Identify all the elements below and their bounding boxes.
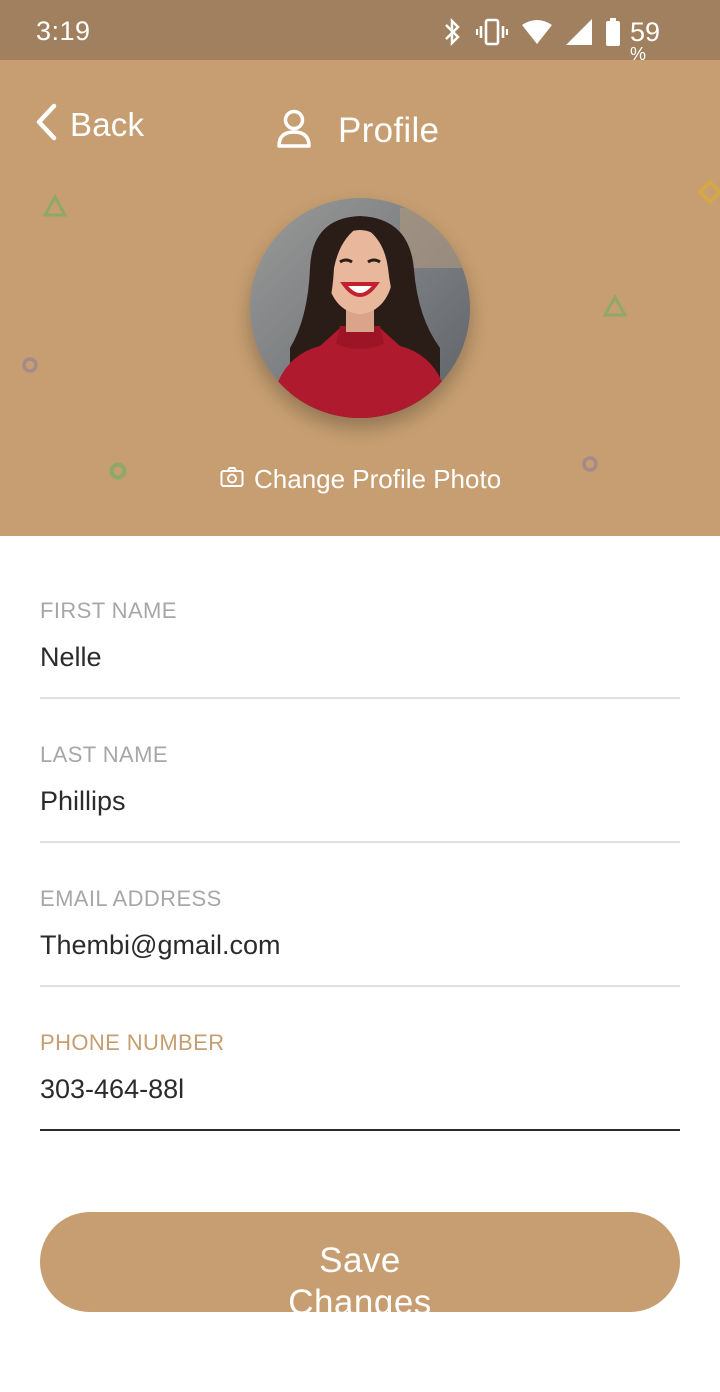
avatar[interactable] xyxy=(250,198,470,418)
signal-icon xyxy=(566,19,592,45)
decoration-circle xyxy=(22,357,38,373)
phone-field: PHONE NUMBER 303-464-88l xyxy=(40,968,680,1131)
profile-form: FIRST NAME Nelle LAST NAME Phillips EMAI… xyxy=(40,536,680,1131)
first-name-input[interactable]: Nelle xyxy=(40,642,102,673)
phone-input[interactable]: 303-464-88l xyxy=(40,1074,184,1105)
user-icon xyxy=(276,108,312,153)
back-label: Back xyxy=(70,105,145,143)
last-name-label: LAST NAME xyxy=(40,742,168,767)
battery-icon xyxy=(606,18,620,46)
decoration-diamond xyxy=(698,180,720,204)
first-name-label: FIRST NAME xyxy=(40,598,177,623)
status-time: 3:19 xyxy=(36,16,91,46)
status-icons xyxy=(442,14,620,50)
decoration-circle xyxy=(109,462,127,480)
save-changes-label: Save Changes xyxy=(288,1241,432,1312)
phone-underline xyxy=(40,1129,680,1131)
camera-icon xyxy=(220,466,244,493)
first-name-field: FIRST NAME Nelle xyxy=(40,536,680,699)
last-name-input[interactable]: Phillips xyxy=(40,786,126,817)
bluetooth-icon xyxy=(442,17,462,47)
battery-unit: % xyxy=(630,44,647,60)
decoration-triangle xyxy=(602,294,628,317)
battery-level: 59 % xyxy=(630,16,690,60)
email-label: EMAIL ADDRESS xyxy=(40,886,222,911)
change-photo-button[interactable]: Change Profile Photo xyxy=(220,464,501,495)
page-title: Profile xyxy=(338,110,440,150)
profile-photo xyxy=(250,198,470,418)
email-input[interactable]: Thembi@gmail.com xyxy=(40,930,280,961)
last-name-field: LAST NAME Phillips xyxy=(40,680,680,843)
phone-label: PHONE NUMBER xyxy=(40,1030,225,1055)
chevron-left-icon xyxy=(34,102,58,147)
status-bar: 3:19 59 % xyxy=(0,0,720,60)
change-photo-label: Change Profile Photo xyxy=(254,464,502,494)
back-button[interactable]: Back xyxy=(34,102,144,147)
profile-header: Back Profile Change Profile Photo xyxy=(0,60,720,536)
save-changes-button[interactable]: Save Changes xyxy=(40,1212,680,1312)
email-field: EMAIL ADDRESS Thembi@gmail.com xyxy=(40,824,680,987)
wifi-icon xyxy=(522,19,552,45)
battery-percent: 59 xyxy=(630,17,661,47)
decoration-circle xyxy=(582,456,598,472)
vibrate-icon xyxy=(476,17,508,47)
page-header-title: Profile xyxy=(276,108,439,153)
decoration-triangle xyxy=(42,194,68,217)
